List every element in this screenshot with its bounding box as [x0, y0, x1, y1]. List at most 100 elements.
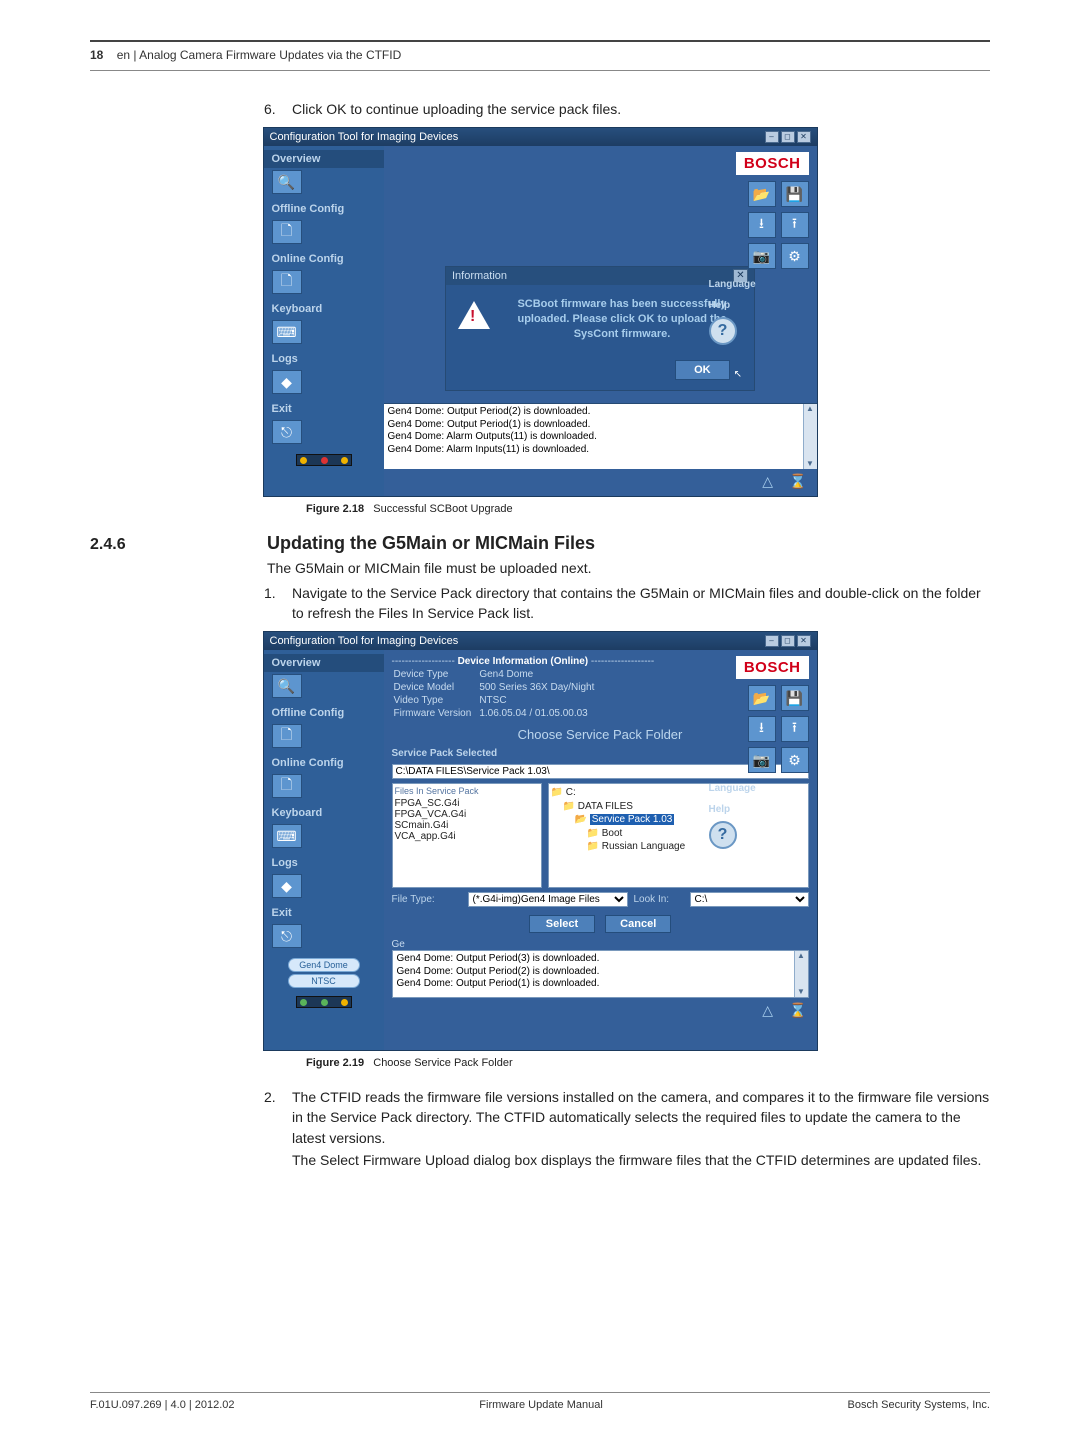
language-label: Language — [709, 783, 756, 794]
scroll-down-icon[interactable]: ▼ — [797, 987, 805, 997]
scroll-up-icon[interactable]: ▲ — [806, 404, 814, 414]
service-pack-file[interactable]: SCmain.G4i — [395, 820, 539, 831]
exit-icon[interactable]: ⎋ — [272, 420, 302, 444]
maximize-icon[interactable]: ◻ — [781, 635, 795, 647]
ctfid-window-scboot: Configuration Tool for Imaging Devices –… — [263, 127, 818, 497]
close-icon[interactable]: ✕ — [797, 635, 811, 647]
exit-icon[interactable]: ⎋ — [272, 924, 302, 948]
nav-logs[interactable]: Logs — [264, 854, 384, 872]
section-intro: The G5Main or MICMain file must be uploa… — [267, 558, 990, 578]
device-badges: Gen4 Dome NTSC — [288, 958, 360, 990]
help-icon[interactable]: ? — [709, 317, 737, 345]
magnifier-icon[interactable]: 🔍 — [272, 674, 302, 698]
window-title: Configuration Tool for Imaging Devices — [270, 635, 459, 647]
look-in-select[interactable]: C:\ — [690, 892, 809, 907]
window-titlebar: Configuration Tool for Imaging Devices –… — [264, 632, 817, 650]
page-number: 18 — [90, 48, 103, 62]
log-line: Gen4 Dome: Output Period(1) is downloade… — [388, 419, 813, 432]
logs-icon[interactable]: ◆ — [272, 874, 302, 898]
online-config-icon[interactable]: 🗋 — [272, 270, 302, 294]
section-number: 2.4.6 — [90, 536, 245, 554]
folder-icon: 📁 — [563, 801, 575, 812]
info-dialog-title: Information — [452, 270, 507, 282]
running-head-text: en | Analog Camera Firmware Updates via … — [117, 48, 402, 62]
nav-online[interactable]: Online Config — [264, 250, 384, 268]
folder-icon: 📁 — [587, 828, 599, 839]
log-line: Gen4 Dome: Alarm Inputs(11) is downloade… — [388, 444, 813, 457]
open-folder-icon[interactable]: 📂 — [748, 181, 776, 207]
status-lights — [296, 996, 352, 1008]
badge-gen4: Gen4 Dome — [288, 958, 360, 972]
online-config-icon[interactable]: 🗋 — [272, 774, 302, 798]
folder-icon: 📁 — [587, 841, 599, 852]
save-icon[interactable]: 💾 — [781, 685, 809, 711]
warning-triangle-icon: △ — [762, 1002, 773, 1019]
sandglass-icon: ⌛ — [789, 1002, 806, 1019]
log-line: Gen4 Dome: Output Period(2) is downloade… — [388, 406, 813, 419]
nav-overview[interactable]: Overview — [264, 150, 384, 168]
step1-text: Navigate to the Service Pack directory t… — [292, 583, 990, 624]
firmware-icon[interactable]: ⚙ — [781, 243, 809, 269]
log-line: Gen4 Dome: Output Period(2) is downloade… — [397, 966, 804, 979]
help-icon[interactable]: ? — [709, 821, 737, 849]
ctfid-window-choose-folder: Configuration Tool for Imaging Devices –… — [263, 631, 818, 1051]
minimize-icon[interactable]: – — [765, 635, 779, 647]
open-folder-icon[interactable]: 📂 — [748, 685, 776, 711]
ok-button[interactable]: OK — [675, 360, 730, 380]
files-in-service-pack-list[interactable]: Files In Service Pack FPGA_SC.G4i FPGA_V… — [392, 783, 542, 888]
figure-2-18-caption: Figure 2.18 Successful SCBoot Upgrade — [306, 503, 990, 515]
magnifier-icon[interactable]: 🔍 — [272, 170, 302, 194]
nav-keyboard[interactable]: Keyboard — [264, 300, 384, 318]
service-pack-file[interactable]: FPGA_VCA.G4i — [395, 809, 539, 820]
left-nav: Overview 🔍 Offline Config 🗋 Online Confi… — [264, 146, 384, 496]
nav-offline[interactable]: Offline Config — [264, 200, 384, 218]
keyboard-icon[interactable]: ⌨ — [272, 320, 302, 344]
cursor-icon: ↖ — [734, 369, 742, 380]
select-button[interactable]: Select — [529, 915, 595, 933]
minimize-icon[interactable]: – — [765, 131, 779, 143]
log-pane: Gen4 Dome: Output Period(2) is downloade… — [384, 403, 817, 469]
nav-offline[interactable]: Offline Config — [264, 704, 384, 722]
maximize-icon[interactable]: ◻ — [781, 131, 795, 143]
figure-2-19-caption: Figure 2.19 Choose Service Pack Folder — [306, 1057, 990, 1069]
upload-to-device-icon[interactable]: ⭱ — [781, 212, 809, 238]
nav-logs[interactable]: Logs — [264, 350, 384, 368]
nav-exit[interactable]: Exit — [264, 904, 384, 922]
file-type-select[interactable]: (*.G4i-img)Gen4 Image Files — [468, 892, 628, 907]
scroll-down-icon[interactable]: ▼ — [806, 459, 814, 469]
log-line: Gen4 Dome: Output Period(1) is downloade… — [397, 978, 804, 991]
offline-config-icon[interactable]: 🗋 — [272, 724, 302, 748]
offline-config-icon[interactable]: 🗋 — [272, 220, 302, 244]
nav-overview[interactable]: Overview — [264, 654, 384, 672]
download-from-device-icon[interactable]: ⭳ — [748, 716, 776, 742]
scroll-up-icon[interactable]: ▲ — [797, 951, 805, 961]
close-icon[interactable]: ✕ — [797, 131, 811, 143]
nav-online[interactable]: Online Config — [264, 754, 384, 772]
window-title: Configuration Tool for Imaging Devices — [270, 131, 459, 143]
ge-partial-label: Ge — [392, 939, 817, 950]
service-pack-file[interactable]: FPGA_SC.G4i — [395, 798, 539, 809]
logs-icon[interactable]: ◆ — [272, 370, 302, 394]
keyboard-icon[interactable]: ⌨ — [272, 824, 302, 848]
log-line: Gen4 Dome: Output Period(3) is downloade… — [397, 953, 804, 966]
upload-to-device-icon[interactable]: ⭱ — [781, 716, 809, 742]
language-label: Language — [709, 279, 756, 290]
page-footer: F.01U.097.269 | 4.0 | 2012.02 Firmware U… — [90, 1392, 990, 1411]
camera-icon[interactable]: 📷 — [748, 243, 776, 269]
badge-ntsc: NTSC — [288, 974, 360, 988]
cancel-button[interactable]: Cancel — [605, 915, 671, 933]
step1-number: 1. — [264, 583, 292, 624]
window-titlebar: Configuration Tool for Imaging Devices –… — [264, 128, 817, 146]
download-from-device-icon[interactable]: ⭳ — [748, 212, 776, 238]
save-icon[interactable]: 💾 — [781, 181, 809, 207]
service-pack-file[interactable]: VCA_app.G4i — [395, 831, 539, 842]
status-lights — [296, 454, 352, 466]
firmware-icon[interactable]: ⚙ — [781, 747, 809, 773]
nav-keyboard[interactable]: Keyboard — [264, 804, 384, 822]
footer-left: F.01U.097.269 | 4.0 | 2012.02 — [90, 1399, 235, 1411]
folder-icon: 📁 — [551, 787, 563, 798]
files-in-service-pack-label: Files In Service Pack — [395, 786, 539, 798]
camera-icon[interactable]: 📷 — [748, 747, 776, 773]
selected-folder[interactable]: Service Pack 1.03 — [590, 814, 675, 825]
nav-exit[interactable]: Exit — [264, 400, 384, 418]
